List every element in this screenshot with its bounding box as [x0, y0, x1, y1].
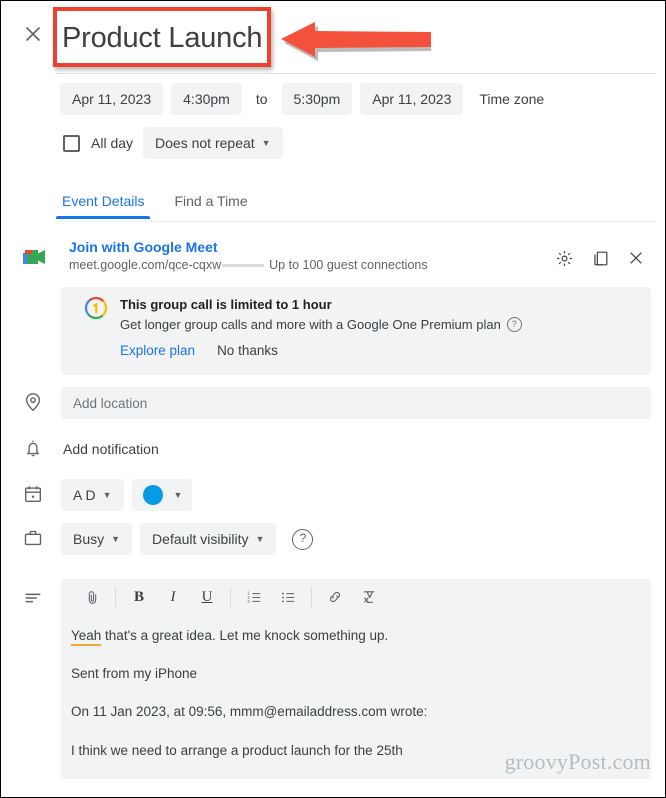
google-one-icon [84, 296, 108, 320]
help-icon[interactable]: ? [292, 528, 314, 550]
tabs-divider [60, 221, 656, 222]
italic-icon[interactable]: I [156, 582, 190, 612]
toolbar-separator [311, 587, 312, 607]
event-title-input[interactable] [56, 9, 276, 67]
explore-plan-link[interactable]: Explore plan [120, 343, 195, 358]
chevron-down-icon: ▼ [173, 490, 183, 500]
meet-details: meet.google.com/qce-cqxw Up to 100 guest… [69, 258, 428, 272]
bell-icon [26, 440, 40, 457]
description-line-3: On 11 Jan 2023, at 09:56, mmm@emailaddre… [71, 704, 428, 720]
bold-icon[interactable]: B [122, 582, 156, 612]
calendar-owner-label: A D [73, 487, 96, 503]
repeat-dropdown[interactable]: Does not repeat ▼ [143, 127, 283, 159]
location-input[interactable] [61, 387, 651, 419]
start-time-chip[interactable]: 4:30pm [171, 83, 242, 115]
copy-icon[interactable] [589, 247, 611, 269]
availability-row: Busy ▼ Default visibility ▼ ? [61, 523, 314, 555]
calendar-owner-dropdown[interactable]: A D ▼ [61, 479, 124, 511]
description-line-1-rest: that's a great idea. Let me knock someth… [101, 628, 389, 643]
header-divider [56, 73, 656, 74]
meet-actions [553, 247, 647, 269]
gear-icon[interactable] [553, 247, 575, 269]
add-notification-button[interactable]: Add notification [63, 441, 159, 457]
event-color-dropdown[interactable]: ▼ [131, 479, 193, 511]
tab-event-details[interactable]: Event Details [55, 193, 151, 219]
calendar-icon [24, 486, 42, 503]
remove-meet-icon[interactable] [625, 247, 647, 269]
watermark: groovyPost.com [504, 749, 651, 774]
visibility-dropdown[interactable]: Default visibility ▼ [140, 523, 277, 555]
meet-guest-note: Up to 100 guest connections [269, 258, 428, 272]
join-google-meet-link[interactable]: Join with Google Meet [69, 239, 218, 255]
end-date-chip[interactable]: Apr 11, 2023 [360, 83, 464, 115]
datetime-row: Apr 11, 2023 4:30pm to 5:30pm Apr 11, 20… [60, 83, 560, 115]
all-day-label: All day [91, 135, 134, 151]
start-date-chip[interactable]: Apr 11, 2023 [60, 83, 164, 115]
all-day-checkbox[interactable] [63, 134, 80, 152]
bulleted-list-icon[interactable] [271, 582, 305, 612]
callout-subtitle-text: Get longer group calls and more with a G… [120, 317, 501, 332]
event-editor-window: Apr 11, 2023 4:30pm to 5:30pm Apr 11, 20… [0, 0, 666, 798]
description-line-1: Yeah that's a great idea. Let me knock s… [71, 627, 641, 646]
chevron-down-icon: ▼ [102, 490, 112, 500]
callout-title: This group call is limited to 1 hour [120, 297, 332, 312]
location-pin-icon [25, 393, 41, 412]
misspelled-word: Yeah [71, 628, 102, 646]
toolbar-separator [115, 587, 116, 607]
meet-url: meet.google.com/qce-cqxw [69, 258, 222, 272]
briefcase-icon [24, 530, 42, 546]
toolbar-separator [230, 587, 231, 607]
to-label: to [255, 91, 268, 107]
editor-header [1, 1, 665, 75]
help-icon[interactable]: ? [506, 317, 522, 332]
description-content[interactable]: Yeah that's a great idea. Let me knock s… [61, 615, 651, 760]
timezone-button[interactable]: Time zone [471, 83, 552, 115]
underline-icon[interactable]: U [190, 582, 224, 612]
busy-label: Busy [73, 531, 105, 547]
busy-dropdown[interactable]: Busy ▼ [61, 523, 133, 555]
description-lines-icon [25, 593, 41, 603]
end-time-chip[interactable]: 5:30pm [281, 83, 353, 115]
all-day-toggle[interactable]: All day [60, 134, 134, 152]
chevron-down-icon: ▼ [111, 534, 121, 544]
allday-repeat-row: All day Does not repeat ▼ [60, 127, 291, 159]
visibility-label: Default visibility [152, 531, 249, 547]
svg-text:3: 3 [247, 599, 250, 604]
close-editor-button[interactable] [22, 23, 44, 45]
event-title-wrap [56, 9, 276, 67]
callout-actions: Explore plan No thanks [120, 343, 278, 358]
location-field[interactable] [61, 387, 651, 419]
tab-find-a-time[interactable]: Find a Time [172, 193, 249, 219]
description-toolbar: B I U 1 2 3 [61, 579, 651, 615]
clear-formatting-icon[interactable] [352, 582, 386, 612]
color-swatch [142, 485, 163, 505]
callout-subtitle: Get longer group calls and more with a G… [120, 317, 522, 332]
link-icon[interactable] [318, 582, 352, 612]
attach-icon[interactable] [75, 582, 109, 612]
meet-url-redaction [222, 263, 265, 267]
annotation-arrow-icon [281, 22, 431, 61]
numbered-list-icon[interactable]: 1 2 3 [237, 582, 271, 612]
editor-tabs: Event Details Find a Time [55, 193, 276, 219]
description-line-2: Sent from my iPhone [71, 666, 198, 682]
google-one-callout: This group call is limited to 1 hour Get… [61, 287, 651, 375]
google-meet-icon [23, 250, 45, 264]
repeat-label: Does not repeat [155, 135, 255, 151]
chevron-down-icon: ▼ [255, 534, 265, 544]
calendar-row: A D ▼ ▼ [61, 479, 200, 511]
no-thanks-link[interactable]: No thanks [217, 343, 278, 358]
chevron-down-icon: ▼ [261, 138, 271, 148]
